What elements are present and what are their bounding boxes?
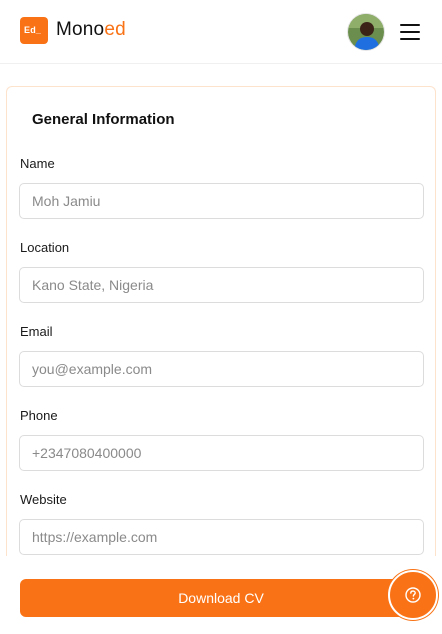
general-information-card: General Information Name Location Email …: [6, 86, 436, 556]
logo-mark-icon: Ed_: [20, 16, 48, 44]
download-cv-button[interactable]: Download CV: [20, 579, 422, 617]
brand-name-accent: ed: [104, 19, 126, 40]
website-input[interactable]: [19, 519, 424, 555]
hamburger-menu-icon[interactable]: [398, 22, 422, 42]
website-label: Website: [20, 492, 67, 507]
phone-input[interactable]: [19, 435, 424, 471]
brand-name-main: Mono: [56, 19, 105, 40]
bottom-action-bar: Download CV: [0, 556, 442, 634]
user-avatar[interactable]: [347, 13, 385, 51]
help-button[interactable]: [388, 570, 438, 620]
name-input[interactable]: [19, 183, 424, 219]
top-header: Ed_ Monoed: [0, 0, 442, 64]
brand-logo[interactable]: Ed_ Monoed: [20, 16, 126, 44]
email-label: Email: [20, 324, 53, 339]
section-title: General Information: [32, 111, 175, 128]
brand-name: Monoed: [56, 19, 126, 41]
name-label: Name: [20, 156, 55, 171]
help-circle-icon: [405, 587, 421, 603]
avatar-photo-icon: [348, 14, 384, 50]
location-input[interactable]: [19, 267, 424, 303]
email-input[interactable]: [19, 351, 424, 387]
menu-line: [400, 24, 420, 26]
location-label: Location: [20, 240, 70, 255]
menu-line: [400, 38, 420, 40]
phone-label: Phone: [20, 408, 58, 423]
menu-line: [400, 31, 420, 33]
